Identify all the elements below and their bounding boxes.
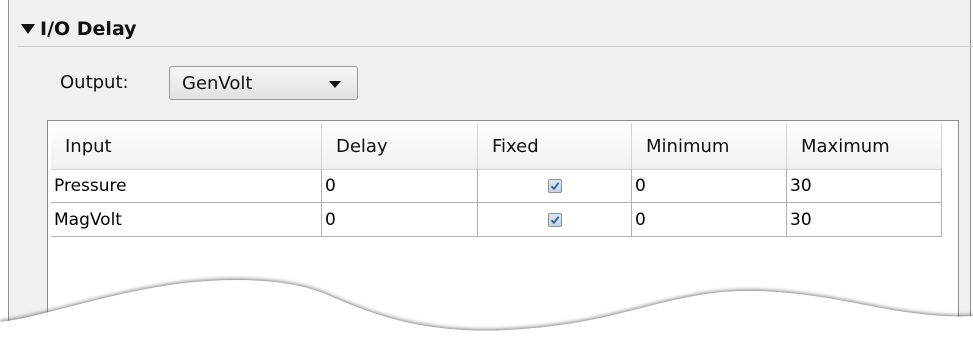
torn-edge-overlay [0, 280, 973, 349]
